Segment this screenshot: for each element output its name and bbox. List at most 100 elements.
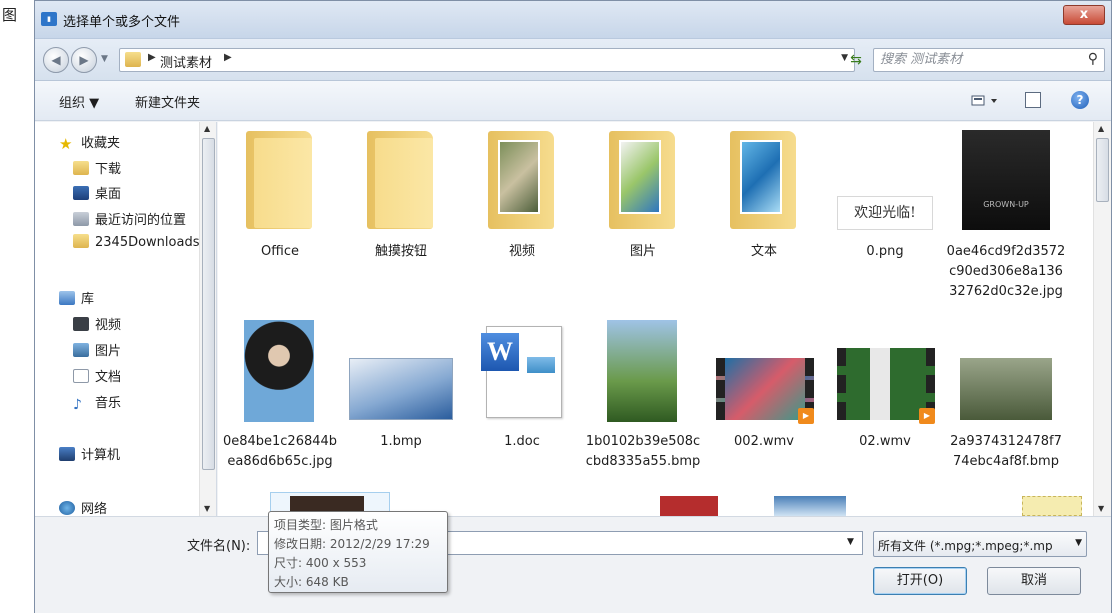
chevron-down-icon: ▼ — [1075, 538, 1082, 548]
organize-button[interactable]: 组织 ▼ — [59, 92, 99, 111]
nav-documents[interactable]: 文档 — [73, 366, 121, 386]
breadcrumb-arrow-icon[interactable]: ▶ — [148, 52, 156, 63]
nav-label: 2345Downloads — [95, 235, 200, 250]
portrait-photo-thumb — [244, 320, 314, 422]
background-app: 图 — [0, 0, 36, 613]
nav-desktop[interactable]: 桌面 — [73, 183, 121, 203]
photo-thumb-partial — [660, 496, 718, 516]
history-dropdown-icon[interactable]: ▼ — [101, 54, 108, 64]
file-label: 002.wmv — [734, 434, 794, 449]
star-icon: ★ — [59, 135, 73, 153]
picture-library-icon — [73, 343, 89, 357]
desktop-icon — [73, 186, 89, 200]
scroll-down-icon[interactable]: ▼ — [1098, 504, 1104, 513]
nav-music[interactable]: ♪ 音乐 — [73, 392, 122, 413]
filename-dropdown-icon[interactable]: ▼ — [847, 537, 854, 547]
file-label: 触摸按钮 — [374, 244, 427, 259]
change-view-button[interactable] — [971, 93, 1001, 109]
nav-2345downloads[interactable]: 2345Downloads — [73, 234, 199, 254]
nav-libraries[interactable]: 库 — [59, 288, 94, 308]
nav-favorites[interactable]: ★ 收藏夹 — [59, 132, 121, 153]
photo-thumb-partial — [1022, 496, 1082, 516]
filetype-value: 所有文件 (*.mpg;*.mpeg;*.mp — [878, 539, 1053, 553]
nav-network[interactable]: 网络 — [59, 498, 107, 516]
file-list-scrollbar[interactable]: ▲ ▼ — [1093, 122, 1111, 516]
cancel-button[interactable]: 取消 — [987, 567, 1081, 595]
photo-thumb-partial — [774, 496, 846, 516]
file-label: 0.png — [866, 244, 904, 259]
search-input[interactable] — [880, 52, 1070, 67]
preview-pane-button[interactable] — [1025, 92, 1041, 108]
nav-scrollbar[interactable]: ▲ ▼ — [199, 122, 216, 516]
file-info-tooltip: 项目类型: 图片格式 修改日期: 2012/2/29 17:29 尺寸: 400… — [268, 511, 448, 593]
dialog-title: 选择单个或多个文件 — [63, 15, 181, 30]
file-label: 1.bmp — [380, 434, 422, 449]
file-label: 2a9374312478f774ebc4af8f.bmp — [950, 434, 1062, 469]
nav-label: 视频 — [95, 318, 122, 333]
file-label: 0e84be1c26844bea86d6b65c.jpg — [222, 434, 338, 469]
file-scroll-thumb[interactable] — [1096, 138, 1109, 202]
search-box[interactable]: ⚲ — [873, 48, 1105, 72]
view-icon — [971, 95, 997, 106]
nav-label: 文档 — [95, 370, 122, 385]
video-library-icon — [73, 317, 89, 331]
nav-label: 收藏夹 — [81, 136, 121, 151]
band-photo-thumb: GROWN-UP — [962, 130, 1050, 230]
address-bar[interactable]: ▶ 测试素材 ▶ ▼ — [119, 48, 855, 72]
folder-front — [254, 138, 312, 228]
file-open-dialog: ▮ 选择单个或多个文件 x ◀ ▶ ▼ ▶ 测试素材 ▶ ▼ ⇆ ⚲ 组织 ▼ … — [34, 0, 1112, 613]
back-button[interactable]: ◀ — [43, 47, 69, 73]
title-bar[interactable]: ▮ 选择单个或多个文件 x — [35, 1, 1111, 39]
scroll-up-icon[interactable]: ▲ — [1098, 124, 1104, 133]
breadcrumb-current[interactable]: 测试素材 — [160, 52, 212, 71]
forward-button[interactable]: ▶ — [71, 47, 97, 73]
library-icon — [59, 291, 75, 305]
search-icon[interactable]: ⚲ — [1088, 51, 1098, 67]
file-label: 02.wmv — [859, 434, 911, 449]
file-label: 1b0102b39e508ccbd8335a55.bmp — [585, 434, 701, 469]
word-logo-icon: W — [481, 333, 519, 371]
tooltip-modified: 修改日期: 2012/2/29 17:29 — [274, 537, 430, 551]
file-label: 图片 — [629, 244, 656, 259]
document-library-icon — [73, 369, 89, 383]
file-label: 1.doc — [504, 434, 540, 449]
network-icon — [59, 501, 75, 515]
scroll-up-icon[interactable]: ▲ — [204, 124, 210, 133]
breadcrumb-arrow-icon[interactable]: ▶ — [224, 52, 232, 63]
nav-downloads[interactable]: 下载 — [73, 158, 121, 178]
folder-preview-image — [740, 140, 782, 214]
navigation-pane: ★ 收藏夹 下载 桌面 最近访问的位置 2345Downloads 库 视频 图片… — [35, 122, 217, 516]
file-label: Office — [261, 244, 299, 259]
folder-icon — [73, 234, 89, 248]
filetype-select[interactable]: 所有文件 (*.mpg;*.mpeg;*.mp ▼ — [873, 531, 1087, 557]
scroll-down-icon[interactable]: ▼ — [204, 504, 210, 513]
toolbar: 组织 ▼ 新建文件夹 ? — [35, 81, 1111, 121]
close-button[interactable]: x — [1063, 5, 1105, 25]
refresh-button[interactable]: ⇆ — [843, 49, 869, 71]
nav-recent[interactable]: 最近访问的位置 — [73, 209, 186, 229]
help-button[interactable]: ? — [1071, 91, 1089, 109]
folder-icon — [125, 52, 141, 67]
recent-places-icon — [73, 212, 89, 226]
navigation-bar: ◀ ▶ ▼ ▶ 测试素材 ▶ ▼ ⇆ ⚲ — [35, 39, 1111, 81]
download-folder-icon — [73, 161, 89, 175]
nav-label: 音乐 — [95, 396, 122, 411]
folder-front — [375, 138, 433, 228]
doc-image-icon — [527, 357, 555, 373]
file-label: 视频 — [508, 244, 535, 259]
back-arrow-icon: ◀ — [51, 53, 61, 67]
refresh-icon: ⇆ — [850, 52, 862, 68]
background-app-text: 图 — [2, 6, 18, 24]
nav-pictures[interactable]: 图片 — [73, 340, 121, 360]
tooltip-size: 大小: 648 KB — [274, 575, 349, 589]
computer-icon — [59, 447, 75, 461]
website-screenshot-thumb — [349, 358, 453, 420]
new-folder-button[interactable]: 新建文件夹 — [135, 92, 200, 111]
music-note-icon: ♪ — [73, 397, 82, 413]
play-icon: ▶ — [919, 408, 935, 424]
nav-videos[interactable]: 视频 — [73, 314, 121, 334]
nav-computer[interactable]: 计算机 — [59, 444, 120, 464]
open-button[interactable]: 打开(O) — [873, 567, 967, 595]
word-document-icon: W — [481, 326, 562, 418]
nav-scroll-thumb[interactable] — [202, 138, 215, 470]
